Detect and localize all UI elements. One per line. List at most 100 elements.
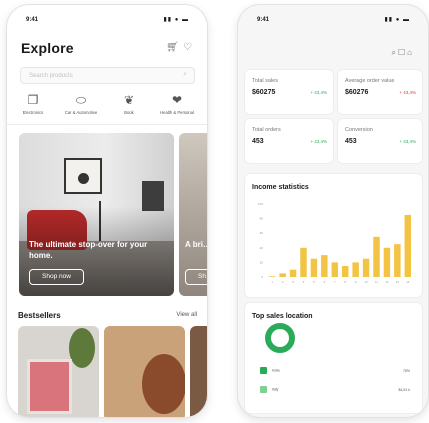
category-label: Electronics (22, 110, 44, 115)
laptop-icon: ❐ (27, 93, 39, 107)
shop-now-button[interactable]: Shop now (29, 269, 84, 285)
category-label: Book (124, 110, 134, 115)
product-card[interactable] (104, 326, 185, 417)
chart-bar[interactable] (341, 266, 349, 277)
status-icons: ▮▮ ● ▬ (384, 17, 410, 23)
category-book[interactable]: ❦ Book (109, 93, 149, 115)
x-tick-label: 12 (385, 280, 389, 284)
heart-icon[interactable]: ♡ (183, 42, 192, 53)
chart-bar[interactable] (289, 269, 297, 277)
kpi-card-average-order[interactable]: Average order value $60276 + 43,4% (338, 70, 422, 114)
search-icon[interactable]: ⌕ (183, 71, 187, 79)
kpi-value: 453 (345, 138, 357, 145)
chart-bar[interactable] (373, 236, 380, 277)
x-tick-label: 2 (282, 280, 284, 284)
x-tick-label: 6 (324, 280, 326, 284)
y-tick-label: 80 (260, 217, 264, 221)
bell-icon[interactable]: ⌂ (407, 48, 414, 57)
search-input[interactable]: Search products ⌕ (20, 67, 195, 84)
location-name: India (272, 368, 280, 373)
y-tick-label: 100 (258, 202, 263, 206)
header-icons: ⌕☐⌂ (392, 48, 415, 58)
x-tick-label: 8 (344, 280, 346, 284)
location-value: $4,51 k (398, 388, 410, 392)
chart-bar[interactable] (394, 244, 401, 277)
banner-heading: The ultimate stop-over for your home. (29, 240, 148, 260)
promo-banner[interactable]: The ultimate stop-over for your home. Sh… (19, 133, 174, 296)
kpi-label: Total orders (252, 127, 281, 133)
y-tick-label: 60 (260, 231, 264, 235)
x-tick-label: 5 (313, 280, 315, 284)
status-bar: 9:41 ▮▮ ● ▬ (238, 5, 428, 27)
promo-banner-next[interactable]: A bri… ward… Sh (179, 133, 207, 296)
category-electronics[interactable]: ❐ Electronics (13, 93, 53, 115)
kpi-change: + 43,4% (399, 90, 416, 95)
book-icon: ❦ (123, 93, 135, 107)
x-tick-label: 11 (375, 280, 378, 284)
document-icon[interactable]: ☐ (398, 48, 407, 57)
kpi-card-total-orders[interactable]: Total orders 453 + 43,4% (245, 119, 333, 163)
x-tick-label: 4 (303, 280, 305, 284)
location-donut-chart (265, 323, 295, 353)
top-sales-location-card: Top sales location India 75% Italy $4,51… (245, 303, 422, 413)
legend-swatch (260, 386, 267, 393)
kpi-value: $60275 (252, 89, 276, 96)
chart-bar[interactable] (404, 214, 412, 277)
chart-bar[interactable] (362, 258, 370, 277)
page-title: Explore (21, 40, 74, 56)
product-image (27, 359, 72, 414)
product-image-plant (69, 328, 95, 368)
kpi-card-conversion[interactable]: Conversion 453 + 43,4% (338, 119, 422, 163)
kpi-change: + 43,4% (310, 139, 327, 144)
kpi-label: Total sales (252, 78, 278, 84)
banner-heading: A bri… ward… (185, 240, 207, 249)
chart-bar[interactable] (352, 262, 359, 277)
location-item: Italy (260, 386, 278, 393)
kpi-label: Conversion (345, 127, 373, 133)
shop-now-button[interactable]: Sh (185, 269, 207, 285)
product-card[interactable] (190, 326, 207, 417)
chart-bar[interactable] (268, 276, 276, 278)
chart-bar[interactable] (279, 273, 286, 277)
y-tick-label: 40 (260, 246, 264, 250)
card-title: Top sales location (252, 313, 313, 320)
x-tick-label: 3 (292, 280, 294, 284)
car-icon: ⬭ (75, 93, 87, 107)
view-all-link[interactable]: View all (176, 312, 197, 318)
status-bar: 9:41 ▮▮ ● ▬ (7, 5, 207, 27)
kpi-change: + 43,4% (310, 90, 327, 95)
x-tick-label: 9 (355, 280, 357, 284)
bestsellers-title: Bestsellers (18, 311, 61, 320)
kpi-card-total-sales[interactable]: Total sales $60275 + 43,4% (245, 70, 333, 114)
divider (7, 124, 207, 125)
location-value: 75% (402, 369, 410, 373)
location-name: Italy (272, 387, 279, 392)
chart-bar[interactable] (300, 247, 307, 277)
x-tick-label: 7 (334, 280, 336, 284)
chart-bar[interactable] (331, 262, 339, 277)
income-statistics-card: Income statistics 100 80 60 40 20 0 1 2 3 4 5 6 7 8 9 1… (245, 174, 422, 297)
x-tick-label: 1 (271, 280, 273, 284)
dashboard-screen: 9:41 ▮▮ ● ▬ ⌕☐⌂ Total sales $60275 + 43,… (238, 5, 428, 417)
category-label: Health & Personal (160, 110, 194, 115)
category-health-personal[interactable]: ❤ Health & Personal (157, 93, 197, 115)
category-label: Car & Automotive (64, 110, 98, 115)
chart-bar[interactable] (321, 255, 328, 277)
status-time: 9:41 (26, 17, 39, 23)
shop-app-screen: 9:41 ▮▮ ● ▬ Explore 🛒︎ ♡ Search products… (7, 5, 207, 417)
banner-frame-art (64, 158, 102, 194)
kpi-value: $60276 (345, 89, 369, 96)
kpi-label: Average order value (345, 78, 395, 84)
chart-bar[interactable] (383, 247, 391, 277)
y-tick-label: 0 (261, 275, 263, 279)
search-placeholder: Search products (29, 73, 73, 79)
kpi-value: 453 (252, 138, 264, 145)
product-card[interactable] (18, 326, 99, 417)
category-car-automotive[interactable]: ⬭ Car & Automotive (61, 93, 101, 115)
chart-bar[interactable] (310, 258, 318, 277)
product-image (142, 354, 185, 414)
x-tick-label: 14 (406, 280, 410, 284)
location-item: India (260, 367, 280, 374)
cart-icon[interactable]: 🛒︎ (166, 42, 179, 53)
kpi-change: + 43,4% (399, 139, 416, 144)
